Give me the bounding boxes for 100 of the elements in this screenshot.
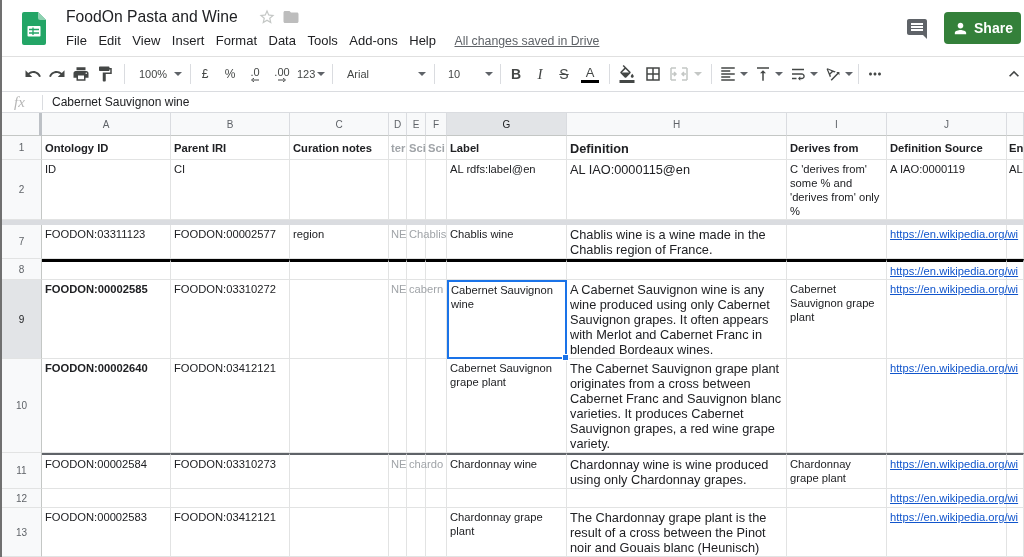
menu-item[interactable]: Add-ons	[349, 32, 398, 50]
cell-text: FOODON:03311123	[45, 227, 146, 241]
cell-link[interactable]: https://en.wikipedia.org/wi	[890, 491, 1019, 505]
column-title: Definition	[570, 141, 629, 156]
column-title: Derives from	[790, 141, 859, 155]
print-icon[interactable]	[72, 65, 90, 83]
column-header[interactable]: A	[42, 113, 171, 136]
row-header[interactable]: 8	[2, 259, 42, 280]
align-left-icon[interactable]	[719, 65, 737, 83]
column-header[interactable]: J	[887, 113, 1007, 136]
cell-link[interactable]: https://en.wikipedia.org/wi	[890, 282, 1019, 296]
menu-item[interactable]: Format	[215, 32, 257, 50]
cell-link[interactable]: https://en.wikipedia.org/wi	[890, 457, 1019, 471]
menu-item[interactable]: Insert	[171, 32, 205, 50]
row-header[interactable]: 1	[2, 136, 42, 160]
cell-text: Cabernet Sauvignon grape plant	[790, 282, 876, 324]
align-top-icon[interactable]	[754, 65, 772, 83]
menu-item[interactable]: View	[132, 32, 161, 50]
text-rotation-icon[interactable]	[824, 65, 842, 83]
cell-text: Chardonnay wine	[450, 457, 538, 471]
number-format-dropdown[interactable]: 123	[297, 65, 327, 83]
menu-item[interactable]: Help	[409, 32, 436, 50]
cell-text: region	[293, 227, 325, 241]
document-title[interactable]: FoodOn Pasta and Wine	[66, 6, 238, 28]
spreadsheet-logo-icon[interactable]	[22, 12, 46, 45]
menu-item[interactable]: Tools	[307, 32, 338, 50]
column-header[interactable]: F	[426, 113, 447, 136]
formula-input[interactable]: Cabernet Sauvignon wine	[52, 94, 190, 110]
cell-link[interactable]: https://en.wikipedia.org/wi	[890, 361, 1019, 375]
caret-icon	[174, 72, 182, 76]
selected-cell[interactable]: Cabernet Sauvignon wine	[447, 280, 567, 359]
font-size-dropdown[interactable]: 10	[445, 65, 495, 83]
cell-text: Chardonnay wine is wine produced using only Chardonnay grapes.	[570, 457, 770, 487]
row-header[interactable]: 11	[2, 453, 42, 489]
menu-item[interactable]: File	[66, 32, 87, 50]
empty-cell	[407, 508, 426, 557]
column-header[interactable]: G	[447, 113, 567, 136]
cell-text: NE	[391, 227, 407, 241]
currency-button[interactable]: £	[193, 65, 217, 83]
row-header[interactable]: 9	[2, 280, 42, 359]
borders-icon[interactable]	[644, 65, 662, 83]
cell-text: FOODON:03310273	[174, 457, 276, 471]
cell-link[interactable]: https://en.wikipedia.org/wi	[890, 510, 1019, 524]
column-title: Ontology ID	[45, 141, 109, 155]
caret-icon	[418, 72, 426, 76]
cell-text: FOODON:03412121	[174, 510, 276, 524]
column-header[interactable]: E	[407, 113, 426, 136]
column-title: En	[1009, 141, 1024, 155]
column-title: Sci	[428, 141, 445, 155]
cell-text: AL IAO:0000115@en	[570, 162, 690, 177]
paint-bucket-icon[interactable]	[618, 65, 636, 83]
menu-item[interactable]: Data	[268, 32, 296, 50]
row-header[interactable]: 7	[2, 225, 42, 259]
empty-cell	[389, 259, 407, 280]
right-arrow-icon	[278, 78, 286, 82]
cell-text: AL rdfs:label@en	[450, 162, 536, 176]
column-header[interactable]: D	[389, 113, 407, 136]
decrease-decimal-button[interactable]: .0	[243, 66, 267, 82]
text-color-button[interactable]: A	[576, 65, 604, 83]
row-header[interactable]: 13	[2, 508, 42, 557]
column-header[interactable]: H	[567, 113, 787, 136]
strikethrough-button[interactable]: S	[552, 63, 576, 85]
fill-handle[interactable]	[562, 354, 569, 361]
caret-icon	[317, 72, 326, 76]
cell-text: NE	[391, 457, 407, 471]
paint-roller-icon[interactable]	[96, 65, 114, 83]
cell-text: AL	[1009, 162, 1023, 176]
font-dropdown[interactable]: Arial	[343, 65, 430, 83]
cell-link[interactable]: https://en.wikipedia.org/wi	[890, 227, 1019, 241]
cell-text: Chardonnay grape plant	[790, 457, 852, 485]
cell-text: Chablis wine	[450, 227, 514, 241]
cell-text: CI	[174, 162, 186, 176]
cell-link[interactable]: https://en.wikipedia.org/wi	[890, 264, 1019, 278]
cell-text: ID	[45, 162, 57, 176]
cell-text: Cabernet Sauvignon wine	[451, 283, 554, 311]
star-icon[interactable]	[257, 8, 276, 26]
empty-cell	[407, 259, 426, 280]
empty-cell	[389, 489, 407, 508]
row-header[interactable]: 2	[2, 160, 42, 220]
share-button[interactable]: Share	[944, 12, 1021, 44]
menu-item[interactable]: Edit	[98, 32, 121, 50]
empty-cell	[389, 508, 407, 557]
column-header[interactable]: C	[290, 113, 389, 136]
save-status-link[interactable]: All changes saved in Drive	[454, 32, 600, 50]
cell-text: FOODON:03310272	[174, 282, 276, 296]
row-header[interactable]: 12	[2, 489, 42, 508]
column-header[interactable]: B	[171, 113, 290, 136]
bold-button[interactable]: B	[504, 63, 528, 85]
column-header[interactable]: I	[787, 113, 887, 136]
caret-icon	[740, 72, 748, 76]
cell-text: cabern	[409, 282, 444, 296]
italic-button[interactable]: I	[528, 62, 552, 86]
cell-text: The Cabernet Sauvignon grape plant originates from a cross between Cabernet Franc and Sauvignon blanc varieties. It produces Cabernet Sauvignon grapes, a red wine grape variety.	[570, 361, 783, 451]
percent-button[interactable]: %	[217, 65, 243, 83]
cell-text: chardo	[409, 457, 444, 471]
increase-decimal-button[interactable]: .00	[267, 66, 297, 82]
comment-icon[interactable]	[905, 17, 929, 41]
zoom-dropdown[interactable]: 100%	[136, 65, 184, 83]
row-header[interactable]: 10	[2, 359, 42, 453]
cell-text: NE	[391, 282, 407, 296]
